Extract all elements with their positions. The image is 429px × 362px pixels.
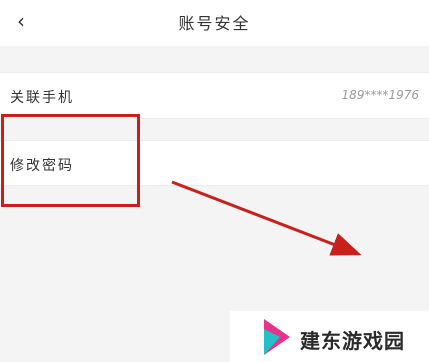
watermark-logo-icon — [264, 319, 290, 355]
annotation-arrow — [171, 180, 362, 256]
watermark: 建东游戏园 — [230, 311, 429, 362]
watermark-text: 建东游戏园 — [300, 329, 405, 353]
arrow-line — [171, 180, 362, 256]
